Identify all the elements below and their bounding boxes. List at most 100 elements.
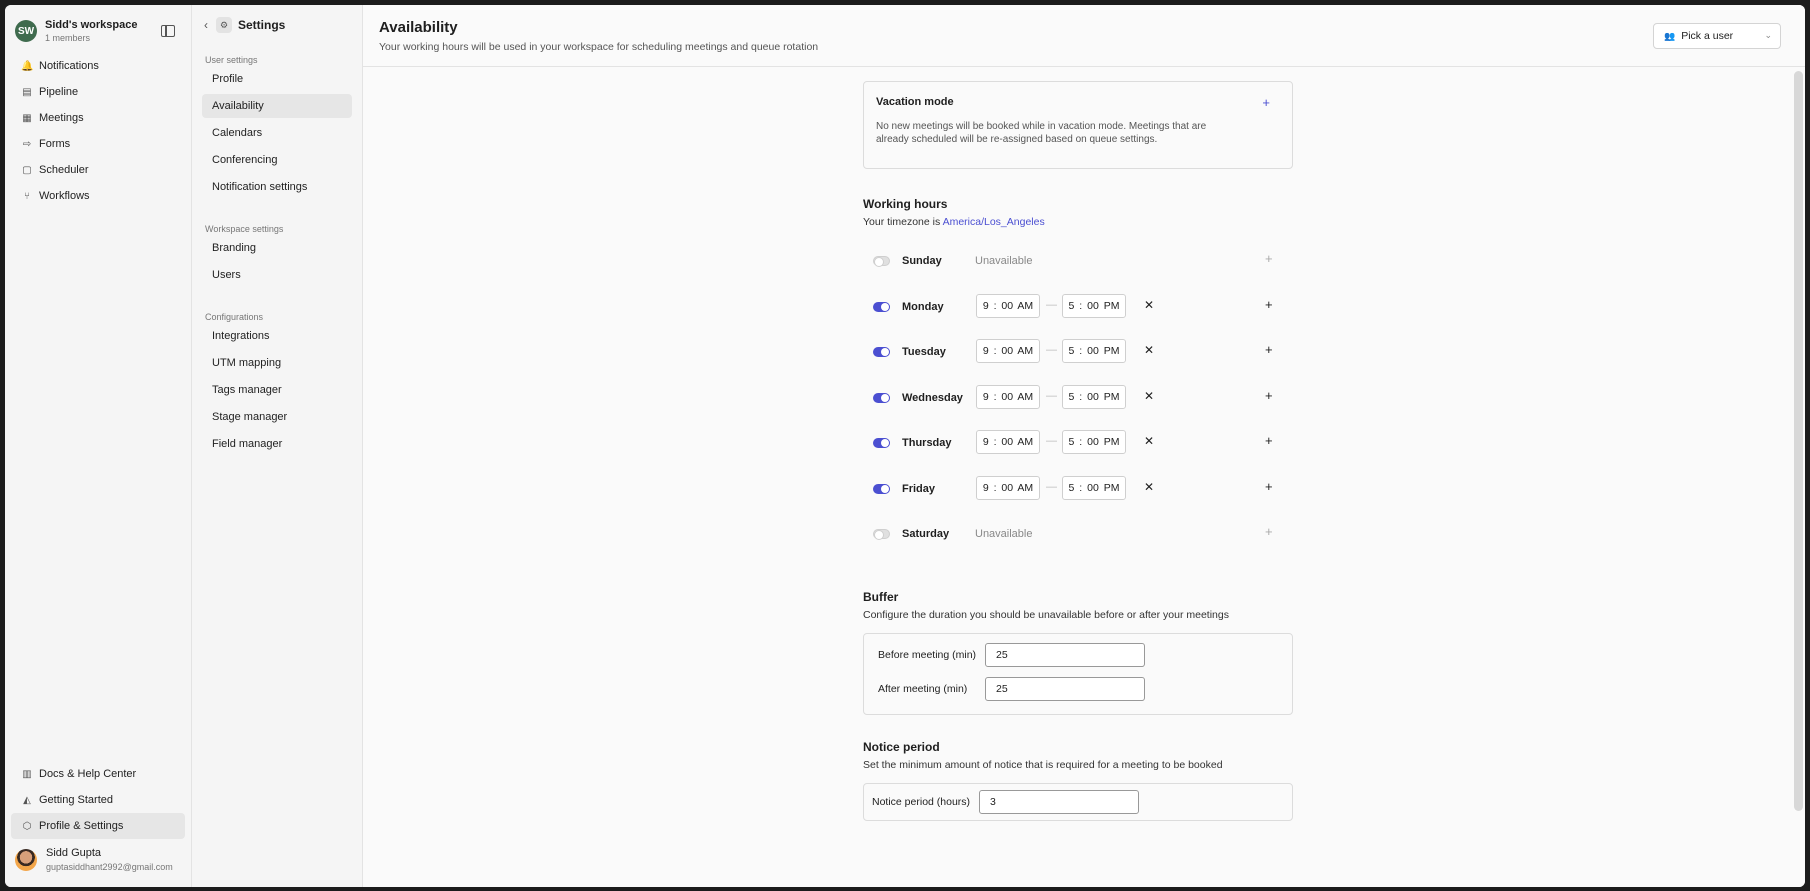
nav-item-label: Getting Started <box>39 794 113 806</box>
availability-form: Vacation mode + No new meetings will be … <box>863 81 1293 821</box>
main-nav: 🔔 Notifications ▤ Pipeline ▦ Meetings ⇨ Forms ▢ S… <box>5 53 191 209</box>
nav-item-workflows[interactable]: ⑂ Workflows <box>11 183 185 209</box>
settings-item-users[interactable]: Users <box>202 263 352 287</box>
friday-end-time[interactable]: 5 : 00 PM <box>1062 476 1126 500</box>
nav-item-label: Scheduler <box>39 164 89 176</box>
timezone-link[interactable]: America/Los_Angeles <box>943 216 1045 228</box>
nav-item-meetings[interactable]: ▦ Meetings <box>11 105 185 131</box>
day-name: Wednesday <box>902 392 963 404</box>
pick-user-dropdown[interactable]: 👥 Pick a user ⌄ <box>1653 23 1781 49</box>
user-profile[interactable]: Sidd Gupta guptasiddhant2992@gmail.com <box>15 847 173 872</box>
monday-start-time[interactable]: 9 : 00 AM <box>976 294 1040 318</box>
remove-hours-icon[interactable]: ✕ <box>1144 343 1154 357</box>
settings-item-conferencing[interactable]: Conferencing <box>202 148 352 172</box>
wednesday-toggle[interactable] <box>873 393 890 403</box>
nav-item-pipeline[interactable]: ▤ Pipeline <box>11 79 185 105</box>
settings-title: Settings <box>238 18 286 32</box>
before-meeting-row: Before meeting (min) 25 <box>878 643 1145 667</box>
settings-item-calendars[interactable]: Calendars <box>202 121 352 145</box>
friday-start-time[interactable]: 9 : 00 AM <box>976 476 1040 500</box>
settings-item-profile[interactable]: Profile <box>202 67 352 91</box>
sunday-toggle[interactable] <box>873 256 890 267</box>
add-hours-plus-icon[interactable]: + <box>1265 479 1273 494</box>
book-icon: ▥ <box>22 768 32 780</box>
settings-item-availability[interactable]: Availability <box>202 94 352 118</box>
settings-item-stage-manager[interactable]: Stage manager <box>202 405 352 429</box>
workspace-switcher[interactable]: SW Sidd's workspace 1 members <box>5 5 191 47</box>
forms-icon: ⇨ <box>22 138 32 150</box>
time-separator: — <box>1046 299 1057 311</box>
monday-toggle[interactable] <box>873 302 890 312</box>
nav-item-label: Meetings <box>39 112 84 124</box>
day-name: Friday <box>902 483 936 495</box>
thursday-end-time[interactable]: 5 : 00 PM <box>1062 430 1126 454</box>
tuesday-start-time[interactable]: 9 : 00 AM <box>976 339 1040 363</box>
notice-period-input[interactable]: 3 <box>979 790 1139 814</box>
sidebar-toggle-icon[interactable] <box>161 25 175 37</box>
day-name: Monday <box>902 301 944 313</box>
thursday-toggle[interactable] <box>873 438 890 448</box>
avatar <box>15 848 37 871</box>
remove-hours-icon[interactable]: ✕ <box>1144 389 1154 403</box>
tuesday-toggle[interactable] <box>873 347 890 357</box>
nav-item-getting-started[interactable]: ◭ Getting Started <box>11 787 185 813</box>
after-meeting-input[interactable]: 25 <box>985 677 1145 701</box>
page-header: Availability Your working hours will be … <box>363 5 1805 67</box>
notice-period-section: Notice period Set the minimum amount of … <box>863 740 1293 821</box>
user-info: Sidd Gupta guptasiddhant2992@gmail.com <box>46 847 173 872</box>
add-hours-plus-icon[interactable]: + <box>1265 388 1273 403</box>
unavailable-label: Unavailable <box>975 528 1033 540</box>
nav-item-profile-settings[interactable]: ⬡ Profile & Settings <box>11 813 185 839</box>
wednesday-end-time[interactable]: 5 : 00 PM <box>1062 385 1126 409</box>
remove-hours-icon[interactable]: ✕ <box>1144 480 1154 494</box>
page-title: Availability <box>379 19 458 36</box>
nav-item-label: Docs & Help Center <box>39 768 137 780</box>
nav-item-scheduler[interactable]: ▢ Scheduler <box>11 157 185 183</box>
scrollbar[interactable] <box>1794 71 1803 811</box>
workspace-name: Sidd's workspace <box>45 19 138 31</box>
page-subtitle: Your working hours will be used in your … <box>379 41 819 53</box>
chevron-down-icon: ⌄ <box>1764 30 1772 40</box>
nav-item-label: Notifications <box>39 60 99 72</box>
nav-item-label: Workflows <box>39 190 90 202</box>
settings-item-branding[interactable]: Branding <box>202 236 352 260</box>
sliders-icon: ⚙ <box>216 17 232 33</box>
monday-end-time[interactable]: 5 : 00 PM <box>1062 294 1126 318</box>
nav-item-docs-help-center[interactable]: ▥ Docs & Help Center <box>11 761 185 787</box>
remove-hours-icon[interactable]: ✕ <box>1144 298 1154 312</box>
add-hours-plus-icon[interactable]: + <box>1265 251 1273 266</box>
settings-item-notification-settings[interactable]: Notification settings <box>202 175 352 199</box>
settings-item-utm-mapping[interactable]: UTM mapping <box>202 351 352 375</box>
tuesday-end-time[interactable]: 5 : 00 PM <box>1062 339 1126 363</box>
add-hours-plus-icon[interactable]: + <box>1265 342 1273 357</box>
vacation-mode-card: Vacation mode + No new meetings will be … <box>863 81 1293 169</box>
buffer-card: Before meeting (min) 25 After meeting (m… <box>863 633 1293 715</box>
settings-item-field-manager[interactable]: Field manager <box>202 432 352 456</box>
add-hours-plus-icon[interactable]: + <box>1265 433 1273 448</box>
nav-item-notifications[interactable]: 🔔 Notifications <box>11 53 185 79</box>
nav-item-forms[interactable]: ⇨ Forms <box>11 131 185 157</box>
back-chevron-icon[interactable]: ‹ <box>204 18 208 32</box>
users-icon: 👥 <box>1664 30 1676 41</box>
vacation-mode-description: No new meetings will be booked while in … <box>876 121 1207 145</box>
thursday-start-time[interactable]: 9 : 00 AM <box>976 430 1040 454</box>
time-separator: — <box>1046 390 1057 402</box>
saturday-toggle[interactable] <box>873 529 890 540</box>
add-vacation-plus-icon[interactable]: + <box>1262 95 1270 110</box>
buffer-section: Buffer Configure the duration you should… <box>863 590 1293 715</box>
settings-item-tags-manager[interactable]: Tags manager <box>202 378 352 402</box>
after-meeting-label: After meeting (min) <box>878 683 968 695</box>
before-meeting-input[interactable]: 25 <box>985 643 1145 667</box>
add-hours-plus-icon[interactable]: + <box>1265 297 1273 312</box>
add-hours-plus-icon[interactable]: + <box>1265 524 1273 539</box>
app-window: SW Sidd's workspace 1 members 🔔 Notificat… <box>5 5 1805 887</box>
notice-period-title: Notice period <box>863 740 940 754</box>
wednesday-start-time[interactable]: 9 : 00 AM <box>976 385 1040 409</box>
friday-toggle[interactable] <box>873 484 890 494</box>
notice-period-row: Notice period (hours) 3 <box>872 790 1139 814</box>
day-name: Saturday <box>902 528 950 540</box>
settings-item-integrations[interactable]: Integrations <box>202 324 352 348</box>
configurations-label: Configurations <box>205 312 264 322</box>
remove-hours-icon[interactable]: ✕ <box>1144 434 1154 448</box>
bell-icon: 🔔 <box>21 60 34 72</box>
